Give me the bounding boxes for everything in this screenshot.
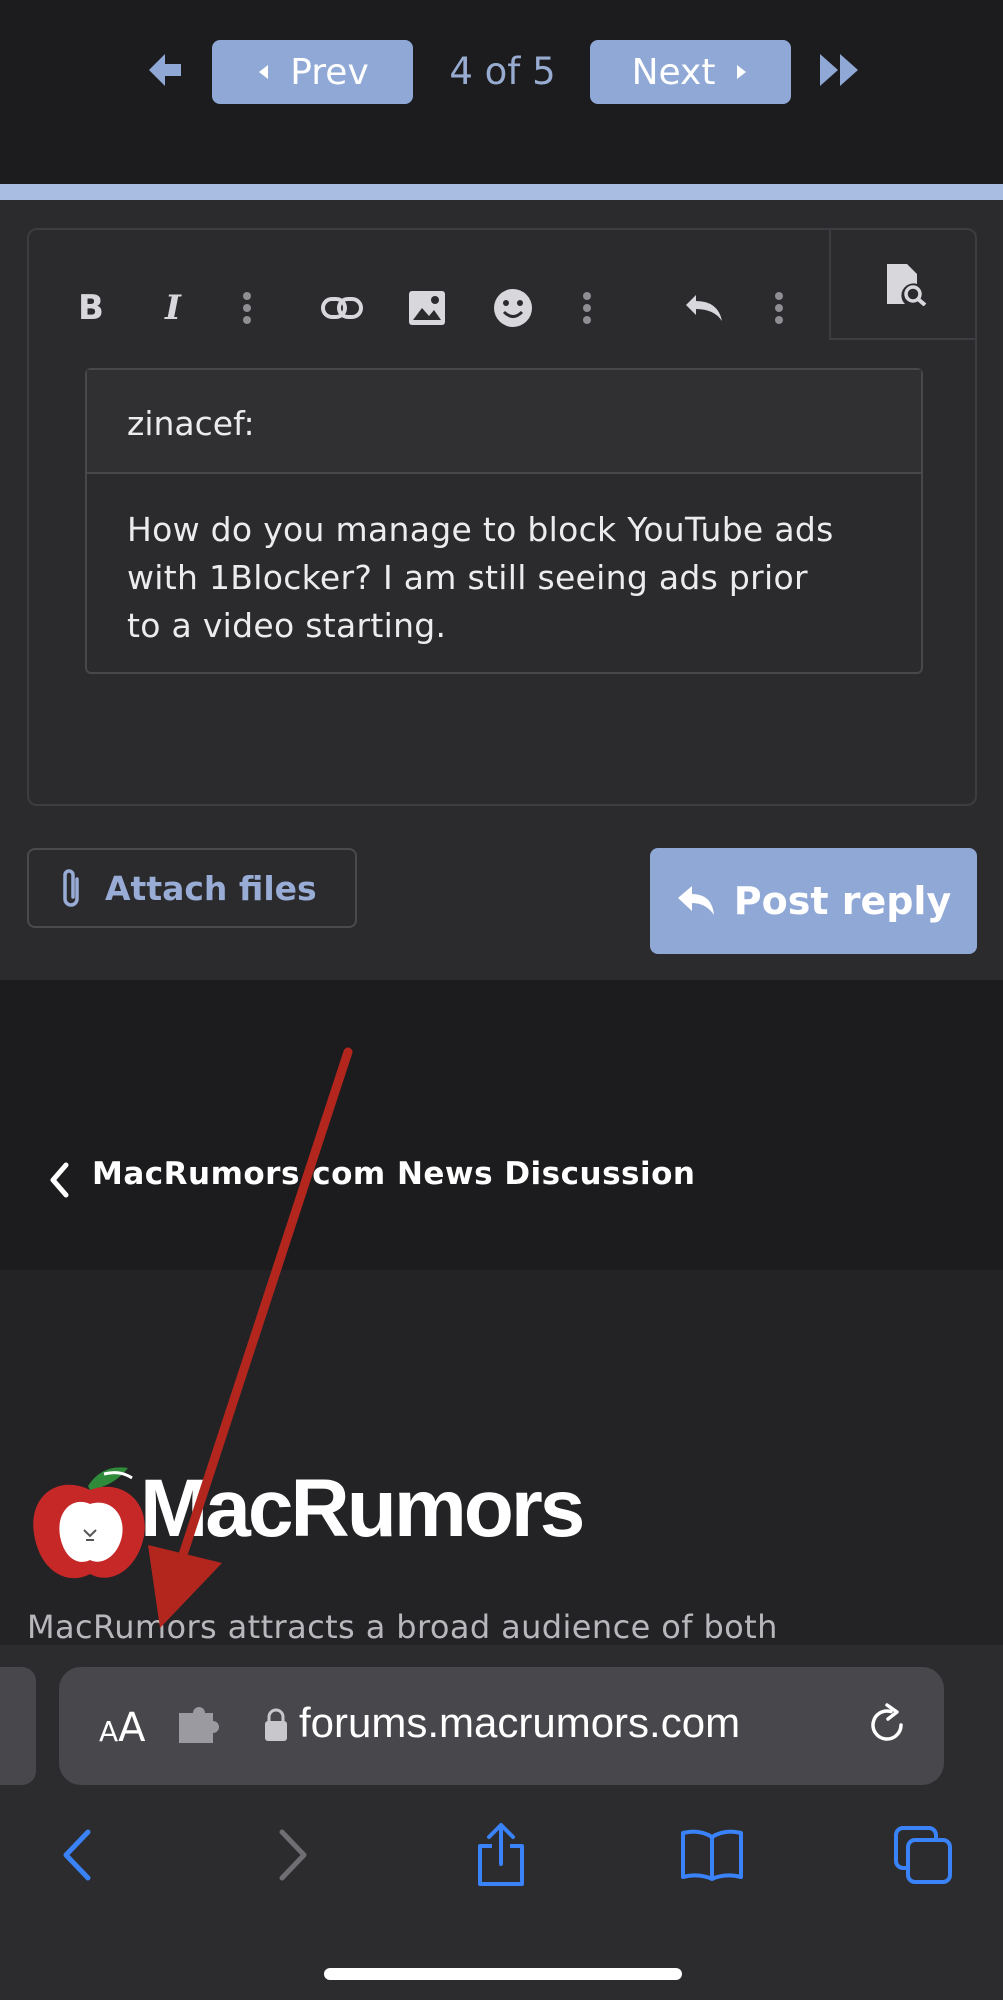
more-icon[interactable] xyxy=(237,286,257,330)
next-page-button[interactable]: Next xyxy=(590,40,791,104)
quote-line: How do you manage to block YouTube ads xyxy=(127,510,834,549)
home-indicator xyxy=(324,1968,682,1980)
safari-toolbar: AA forums.macrumors.com xyxy=(0,1645,1003,2000)
quote-block: zinacef: How do you manage to block YouT… xyxy=(85,368,923,674)
bold-icon[interactable]: B xyxy=(71,286,111,330)
macrumors-logo-text: MacRumors xyxy=(140,1463,585,1554)
extension-puzzle-icon[interactable] xyxy=(175,1705,223,1747)
first-page-button[interactable] xyxy=(145,48,185,92)
quick-reply-panel: B I zinacef: How do you manage to block … xyxy=(0,200,1003,980)
book-icon xyxy=(681,1829,743,1881)
preview-toggle[interactable] xyxy=(829,228,977,340)
arrow-left-icon xyxy=(149,54,181,86)
caret-left-icon xyxy=(259,65,269,79)
text-size-button[interactable]: AA xyxy=(99,1705,146,1751)
next-label: Next xyxy=(631,51,716,93)
text-size-large: A xyxy=(118,1705,146,1751)
last-page-button[interactable] xyxy=(818,52,860,88)
breadcrumb[interactable]: MacRumors.com News Discussion xyxy=(0,980,1003,1270)
rich-text-editor[interactable]: B I zinacef: How do you manage to block … xyxy=(27,228,977,806)
address-bar[interactable]: AA forums.macrumors.com xyxy=(59,1667,944,1785)
more-icon[interactable] xyxy=(769,286,789,330)
url-text: forums.macrumors.com xyxy=(299,1699,741,1746)
forward-button[interactable] xyxy=(258,1820,328,1890)
chevron-right-icon xyxy=(279,1829,307,1881)
fast-forward-icon xyxy=(820,54,858,86)
pagination-bar: Prev 4 of 5 Next xyxy=(0,0,1003,185)
italic-icon[interactable]: I xyxy=(153,286,193,330)
share-icon xyxy=(478,1823,524,1886)
preview-icon xyxy=(887,264,927,306)
text-size-small: A xyxy=(99,1715,119,1748)
undo-icon[interactable] xyxy=(679,286,729,330)
paperclip-icon xyxy=(63,869,79,907)
accent-divider xyxy=(0,184,1003,200)
prev-label: Prev xyxy=(290,51,369,93)
bookmarks-button[interactable] xyxy=(677,1820,747,1890)
post-reply-label: Post reply xyxy=(733,879,952,923)
prev-page-button[interactable]: Prev xyxy=(212,40,413,104)
page-status: 4 of 5 xyxy=(449,50,556,93)
attach-files-button[interactable]: Attach files xyxy=(27,848,357,928)
reply-icon xyxy=(677,886,714,915)
site-footer: MacRumors MacRumors attracts a broad aud… xyxy=(0,1270,1003,1650)
quote-line: to a video starting. xyxy=(127,606,447,645)
previous-tab-peek[interactable] xyxy=(0,1667,36,1785)
footer-tagline: MacRumors attracts a broad audience of b… xyxy=(27,1608,778,1646)
breadcrumb-label: MacRumors.com News Discussion xyxy=(92,1156,696,1192)
chevron-left-icon xyxy=(50,1162,69,1198)
lock-icon xyxy=(265,1708,287,1741)
more-icon[interactable] xyxy=(577,286,597,330)
quote-author: zinacef: xyxy=(87,370,921,474)
quote-line: with 1Blocker? I am still seeing ads pri… xyxy=(127,558,808,597)
emoji-icon[interactable] xyxy=(491,286,535,330)
post-reply-button[interactable]: Post reply xyxy=(650,848,977,954)
link-icon[interactable] xyxy=(317,286,367,330)
tabs-icon xyxy=(894,1826,952,1884)
chevron-left-icon xyxy=(63,1829,91,1881)
quote-text: How do you manage to block YouTube ads w… xyxy=(87,474,921,650)
attach-files-label: Attach files xyxy=(105,868,317,908)
tabs-button[interactable] xyxy=(888,1820,958,1890)
share-button[interactable] xyxy=(466,1820,536,1890)
back-button[interactable] xyxy=(42,1820,112,1890)
macrumors-apple-logo xyxy=(33,1467,145,1579)
reload-icon[interactable] xyxy=(863,1701,911,1749)
image-icon[interactable] xyxy=(405,286,449,330)
caret-right-icon xyxy=(737,65,747,79)
